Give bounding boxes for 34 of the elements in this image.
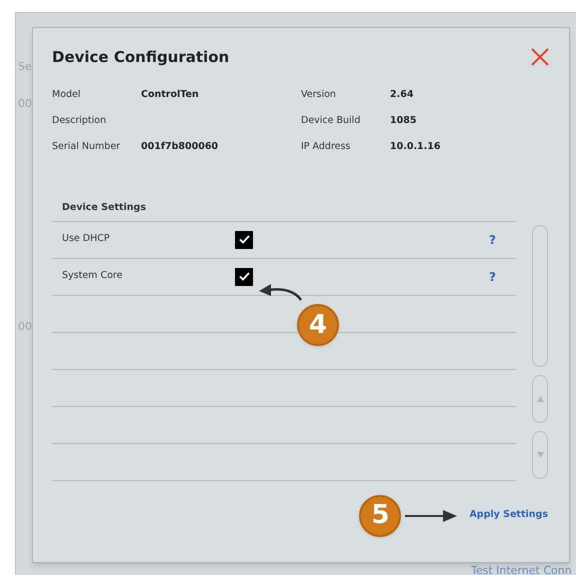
info-label: Version [301,88,337,102]
info-value: 2.64 [390,88,414,102]
background-text: Se [18,59,32,75]
step-number-badge: 5 [359,494,402,536]
down-arrow-icon [536,452,544,458]
setting-label: Use DHCP [62,232,111,246]
background-text: 00 [18,319,32,335]
setting-label: System Core [62,269,124,284]
dialog-title: Device Configuration [52,47,230,68]
curved-arrow-icon [259,281,303,301]
background-text: 00 [18,96,32,112]
info-value: 001f7b800060 [141,140,218,154]
section-title: Device Settings [61,200,148,214]
check-icon [238,235,250,244]
info-label: IP Address [301,140,352,154]
checkbox[interactable] [235,268,253,286]
info-value: 10.0.1.16 [390,140,440,154]
arrow-icon [405,510,458,522]
info-label: Serial Number [52,140,122,154]
step-number-badge: 4 [297,304,339,346]
check-icon [238,272,250,281]
help-link[interactable]: ? [489,230,496,248]
checkbox[interactable] [235,230,253,248]
info-label: Model [52,88,82,102]
info-label: Description [52,114,108,128]
apply-settings-link[interactable]: Apply Settings [469,508,548,523]
scrollbar-track[interactable] [532,224,548,366]
help-link[interactable]: ? [489,268,496,286]
close-icon[interactable] [531,48,549,66]
background-text: Test Internet Conn [471,563,572,575]
up-arrow-icon [536,396,544,402]
info-value: ControlTen [141,88,199,102]
info-label: Device Build [301,114,362,128]
info-value: 1085 [390,114,416,128]
